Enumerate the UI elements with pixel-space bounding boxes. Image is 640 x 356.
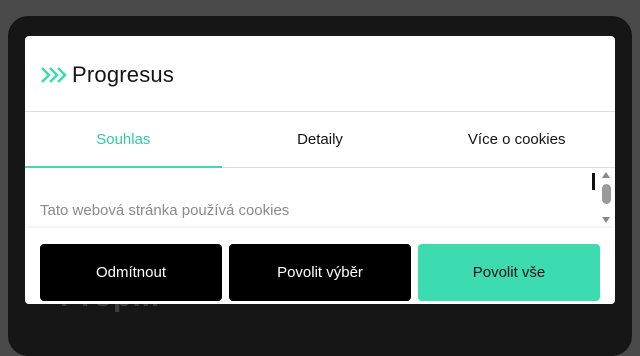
- allow-selection-button[interactable]: Povolit výběr: [229, 244, 411, 301]
- text-cursor: [592, 173, 595, 190]
- tab-about-cookies[interactable]: Více o cookies: [418, 112, 615, 167]
- logo: Progresus: [40, 62, 174, 88]
- cookie-consent-dialog: Progresus Souhlas Detaily Více o cookies…: [25, 36, 615, 304]
- dialog-header: Progresus: [25, 36, 615, 112]
- dialog-footer: Odmítnout Povolit výběr Povolit vše: [25, 228, 615, 304]
- scroll-down-arrow-icon[interactable]: [602, 217, 610, 223]
- reject-button[interactable]: Odmítnout: [40, 244, 222, 301]
- allow-all-button[interactable]: Povolit vše: [418, 244, 600, 301]
- double-chevron-right-icon: [41, 67, 67, 83]
- content-scrollbar[interactable]: [592, 170, 614, 226]
- tab-bar: Souhlas Detaily Více o cookies: [25, 112, 615, 168]
- scroll-up-arrow-icon[interactable]: [602, 172, 610, 178]
- logo-text: Progresus: [72, 62, 175, 87]
- tab-consent[interactable]: Souhlas: [25, 112, 222, 168]
- content-fade: [25, 216, 595, 228]
- scroll-thumb[interactable]: [602, 184, 611, 204]
- tab-details[interactable]: Detaily: [222, 112, 419, 167]
